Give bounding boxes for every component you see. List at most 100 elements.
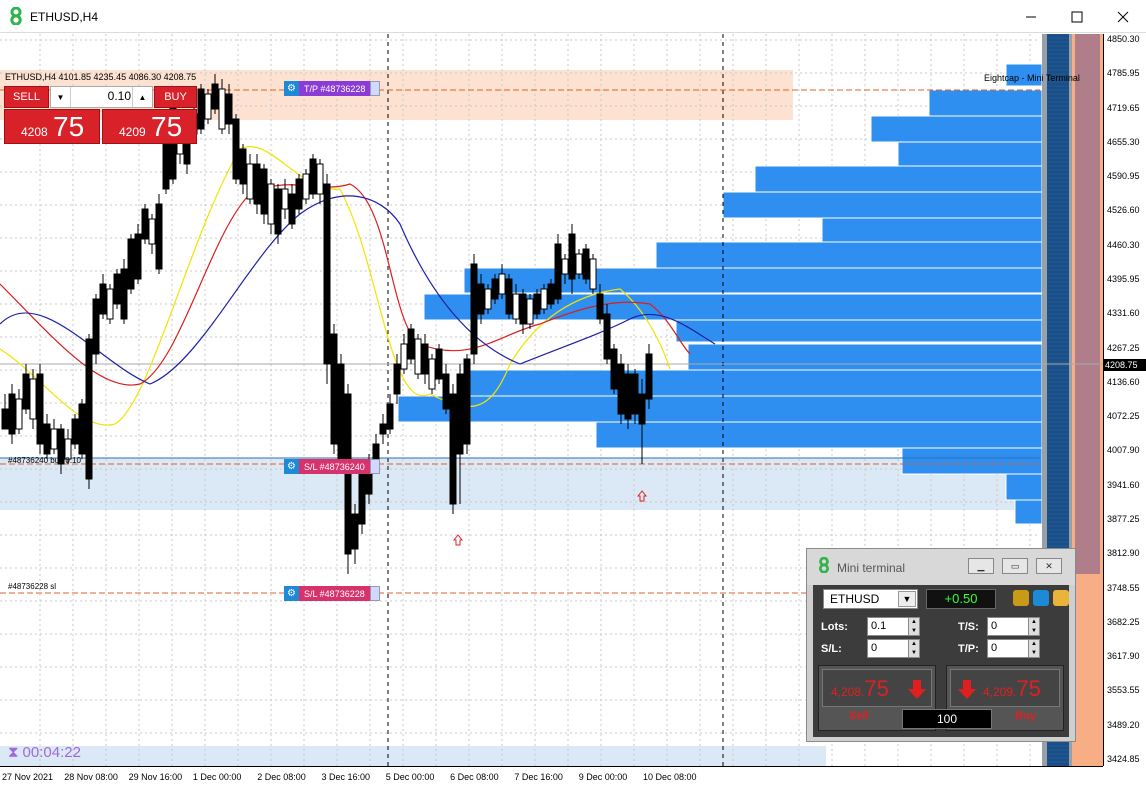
- price-tick-label: 4072.25: [1107, 411, 1140, 422]
- volume-profile-bar: [595, 421, 1043, 449]
- candle-body: [351, 513, 359, 550]
- tp-input[interactable]: 0: [987, 639, 1029, 658]
- sl-tag-label-2: S/L #48736228: [299, 586, 370, 601]
- candle-body: [113, 273, 121, 305]
- candle-body: [554, 243, 562, 300]
- candle-body: [71, 418, 79, 445]
- sl-order-tag-1[interactable]: ⚙ S/L #48736240: [284, 459, 380, 474]
- price-tick-label: 4590.95: [1107, 171, 1140, 182]
- price-tick-label: 3748.55: [1107, 582, 1140, 593]
- volume-profile-bar: [754, 165, 1043, 193]
- candle-body: [505, 278, 513, 315]
- candle-body: [43, 423, 51, 455]
- settings-icon[interactable]: [1033, 590, 1049, 606]
- candle-body: [337, 363, 345, 460]
- price-tick-label: 4850.30: [1107, 34, 1140, 44]
- lots-input[interactable]: 0.1: [867, 617, 909, 636]
- timer-value: 00:04:22: [22, 744, 81, 761]
- candle-body: [582, 248, 590, 280]
- tp-tag-label: T/P #48736228: [299, 81, 371, 96]
- candle-body: [610, 348, 618, 390]
- tp-order-tag[interactable]: ⚙ T/P #48736228: [284, 81, 381, 96]
- tag-handle[interactable]: [370, 81, 381, 96]
- candle-body: [568, 233, 576, 280]
- volume-profile-bar: [821, 217, 1043, 244]
- tp-spinner[interactable]: ▲ ▼: [1028, 639, 1040, 658]
- lots-decrease-icon[interactable]: ▼: [51, 87, 71, 107]
- mini-terminal-title-bar[interactable]: Mini terminal ▁ ▭ ✕: [807, 549, 1075, 585]
- candle-body: [428, 358, 436, 390]
- one-click-sell-button[interactable]: SELL: [4, 86, 49, 108]
- candle-body: [407, 328, 415, 360]
- candle-body: [1, 408, 9, 430]
- candle-body: [631, 373, 639, 415]
- candle-body: [512, 293, 520, 320]
- price-tick-label: 4007.90: [1107, 445, 1140, 456]
- price-tick-label: 4395.95: [1107, 274, 1140, 284]
- candle-body: [50, 428, 58, 450]
- bid-price-button[interactable]: 4208 75: [4, 109, 100, 144]
- price-tick-label: 4526.60: [1107, 205, 1140, 216]
- candle-body: [302, 173, 310, 200]
- close-button[interactable]: [1100, 0, 1146, 33]
- candle-body: [638, 393, 646, 425]
- sl-input[interactable]: 0: [867, 639, 909, 658]
- time-tick-label: 10 Dec 08:00: [643, 772, 697, 782]
- maximize-button[interactable]: [1054, 0, 1100, 33]
- candle-body: [393, 363, 401, 395]
- price-tick-label: 3812.90: [1107, 548, 1140, 559]
- mt-minimize-button[interactable]: ▁: [968, 558, 994, 574]
- minimize-button[interactable]: [1008, 0, 1054, 33]
- sl-spinner[interactable]: ▲ ▼: [908, 639, 920, 658]
- candle-body: [211, 83, 219, 110]
- mt-close-button[interactable]: ✕: [1036, 558, 1062, 574]
- minimize-icon: [1026, 16, 1036, 17]
- ask-price-big: 75: [151, 111, 183, 142]
- gear-icon[interactable]: ⚙: [284, 459, 299, 474]
- symbol-select[interactable]: ETHUSD ▼: [823, 589, 918, 609]
- buy-price: 4,209.75: [983, 676, 1041, 701]
- copy-icon[interactable]: [1013, 590, 1029, 606]
- ts-input[interactable]: 0: [987, 617, 1029, 636]
- candle-timer: ⧗ 00:04:22: [8, 744, 81, 761]
- price-tick-label: 3682.25: [1107, 616, 1140, 627]
- mt-restore-button[interactable]: ▭: [1002, 558, 1028, 574]
- candle-body: [232, 118, 240, 180]
- candle-body: [330, 333, 338, 445]
- grid-icon[interactable]: [1053, 590, 1069, 606]
- one-click-buy-button[interactable]: BUY: [154, 86, 197, 108]
- candle-body: [400, 343, 408, 370]
- ts-label: T/S:: [958, 621, 979, 633]
- ts-spinner[interactable]: ▲ ▼: [1028, 617, 1040, 636]
- volume-profile-bar: [687, 343, 1043, 371]
- lots-value[interactable]: 0.10: [73, 89, 131, 103]
- volume-profile-bar: [1005, 473, 1043, 501]
- candle-body: [85, 338, 93, 480]
- mt-lots-display[interactable]: 100: [902, 709, 992, 729]
- sell-price: 4,208.75: [831, 676, 889, 701]
- price-axis[interactable]: 4850.30 4785.95 4719.65 4655.30 4590.95 4526.…: [1103, 34, 1146, 766]
- candle-body: [645, 353, 653, 400]
- time-tick-label: 28 Nov 08:00: [64, 772, 118, 782]
- one-click-lots-field[interactable]: ▼ 0.10 ▲: [50, 86, 153, 108]
- chevron-down-icon[interactable]: ▼: [898, 591, 916, 607]
- candle-body: [575, 253, 583, 275]
- candle-body: [260, 168, 268, 215]
- candle-body: [624, 373, 632, 420]
- ask-price-small: 4209: [119, 125, 146, 139]
- sl-order-tag-2[interactable]: ⚙ S/L #48736228: [284, 586, 380, 601]
- price-tick-label: 3617.90: [1107, 651, 1140, 662]
- profit-display: +0.50: [926, 589, 996, 609]
- gear-icon[interactable]: ⚙: [284, 586, 299, 601]
- gear-icon[interactable]: ⚙: [284, 81, 299, 96]
- lots-spinner[interactable]: ▲ ▼: [908, 617, 920, 636]
- price-tick-label: 4460.30: [1107, 239, 1140, 250]
- volume-profile-bar: [655, 241, 1043, 269]
- tag-handle[interactable]: [369, 459, 380, 474]
- time-axis[interactable]: 27 Nov 2021 28 Nov 08:00 29 Nov 16:00 1 Dec…: [0, 766, 1103, 788]
- ask-price-button[interactable]: 4209 75: [102, 109, 197, 144]
- app-logo-icon: [819, 557, 829, 573]
- candle-body: [309, 158, 317, 195]
- tag-handle[interactable]: [369, 586, 380, 601]
- lots-increase-icon[interactable]: ▲: [132, 87, 152, 107]
